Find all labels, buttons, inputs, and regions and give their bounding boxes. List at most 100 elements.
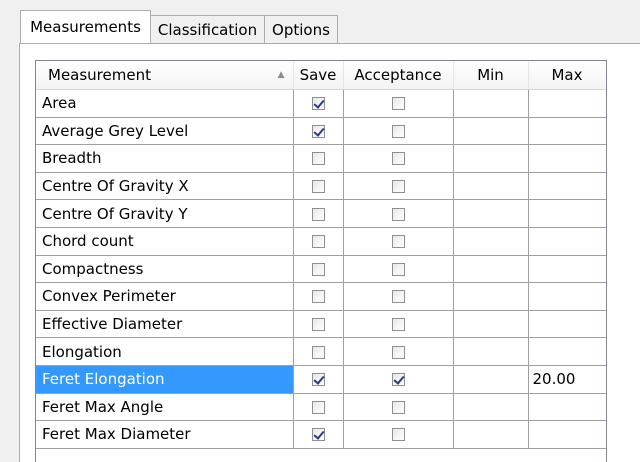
acceptance-checkbox[interactable] <box>391 124 405 138</box>
acceptance-checkbox[interactable] <box>391 373 405 387</box>
max-value-cell[interactable] <box>528 337 606 366</box>
measurement-name-cell[interactable]: Centre Of Gravity X <box>36 172 294 201</box>
max-value-cell[interactable] <box>528 172 606 201</box>
max-value-cell[interactable] <box>528 282 606 311</box>
min-value-cell[interactable] <box>453 310 529 339</box>
table-row[interactable]: Elongation <box>36 337 606 366</box>
min-value-cell[interactable] <box>453 117 529 146</box>
min-value-cell[interactable] <box>453 393 529 422</box>
save-cell <box>293 337 344 366</box>
acceptance-checkbox[interactable] <box>391 400 405 414</box>
measurement-name-cell[interactable]: Centre Of Gravity Y <box>36 199 294 228</box>
tab-measurements[interactable]: Measurements <box>20 10 151 43</box>
save-checkbox[interactable] <box>311 180 325 194</box>
max-value-cell[interactable] <box>528 199 606 228</box>
min-value-cell[interactable] <box>453 255 529 284</box>
measurement-name-cell[interactable]: Average Grey Level <box>36 117 294 146</box>
acceptance-cell <box>343 199 454 228</box>
measurement-name-cell[interactable]: Area <box>36 89 294 118</box>
min-value-cell[interactable] <box>453 420 529 449</box>
save-checkbox[interactable] <box>311 428 325 442</box>
acceptance-checkbox[interactable] <box>391 428 405 442</box>
measurements-grid: Measurement ▲ Save Acceptance Min Max Ar… <box>35 60 607 462</box>
tab-options[interactable]: Options <box>264 15 338 43</box>
max-value-cell[interactable] <box>528 310 606 339</box>
table-row[interactable]: Feret Elongation 20.00 <box>36 365 606 394</box>
column-header-acceptance[interactable]: Acceptance <box>343 61 454 90</box>
acceptance-checkbox[interactable] <box>391 318 405 332</box>
table-row[interactable]: Centre Of Gravity Y <box>36 199 606 228</box>
table-row[interactable]: Area <box>36 89 606 118</box>
measurement-name-cell[interactable]: Breadth <box>36 144 294 173</box>
measurement-name-cell[interactable]: Feret Max Diameter <box>36 420 294 449</box>
min-value-cell[interactable] <box>453 365 529 394</box>
save-checkbox[interactable] <box>311 235 325 249</box>
measurement-name-cell[interactable]: Compactness <box>36 255 294 284</box>
save-cell <box>293 227 344 256</box>
measurement-name-cell[interactable]: Chord count <box>36 227 294 256</box>
max-value-cell[interactable] <box>528 227 606 256</box>
save-checkbox[interactable] <box>311 373 325 387</box>
min-value-cell[interactable] <box>453 227 529 256</box>
max-value-cell[interactable] <box>528 393 606 422</box>
save-cell <box>293 420 344 449</box>
save-checkbox[interactable] <box>311 318 325 332</box>
grid-body: Area Average Grey Level Breadth Centre Of G… <box>36 89 606 449</box>
save-cell <box>293 172 344 201</box>
table-row[interactable]: Feret Max Diameter <box>36 420 606 449</box>
save-checkbox[interactable] <box>311 400 325 414</box>
measurements-table: Measurement ▲ Save Acceptance Min Max Ar… <box>36 61 606 449</box>
save-checkbox[interactable] <box>311 97 325 111</box>
max-value-cell[interactable] <box>528 89 606 118</box>
save-checkbox[interactable] <box>311 290 325 304</box>
acceptance-checkbox[interactable] <box>391 180 405 194</box>
min-value-cell[interactable] <box>453 144 529 173</box>
min-value-cell[interactable] <box>453 172 529 201</box>
save-checkbox[interactable] <box>311 152 325 166</box>
acceptance-checkbox[interactable] <box>391 207 405 221</box>
measurement-name-cell[interactable]: Feret Elongation <box>36 365 294 394</box>
column-header-min[interactable]: Min <box>453 61 529 90</box>
save-checkbox[interactable] <box>311 262 325 276</box>
min-value-cell[interactable] <box>453 199 529 228</box>
acceptance-checkbox[interactable] <box>391 97 405 111</box>
acceptance-cell <box>343 227 454 256</box>
table-row[interactable]: Centre Of Gravity X <box>36 172 606 201</box>
table-row[interactable]: Effective Diameter <box>36 310 606 339</box>
column-header-max[interactable]: Max <box>528 61 606 90</box>
acceptance-checkbox[interactable] <box>391 345 405 359</box>
max-value-cell[interactable] <box>528 144 606 173</box>
table-row[interactable]: Convex Perimeter <box>36 282 606 311</box>
min-value-cell[interactable] <box>453 337 529 366</box>
min-value-cell[interactable] <box>453 282 529 311</box>
table-row[interactable]: Chord count <box>36 227 606 256</box>
max-value-cell[interactable] <box>528 117 606 146</box>
acceptance-cell <box>343 117 454 146</box>
measurement-name-cell[interactable]: Feret Max Angle <box>36 393 294 422</box>
measurement-name-cell[interactable]: Convex Perimeter <box>36 282 294 311</box>
acceptance-checkbox[interactable] <box>391 262 405 276</box>
max-value-cell[interactable] <box>528 420 606 449</box>
column-header-label: Measurement <box>48 66 151 84</box>
table-row[interactable]: Average Grey Level <box>36 117 606 146</box>
min-value-cell[interactable] <box>453 89 529 118</box>
max-value-cell[interactable]: 20.00 <box>528 365 606 394</box>
acceptance-checkbox[interactable] <box>391 152 405 166</box>
save-checkbox[interactable] <box>311 207 325 221</box>
acceptance-checkbox[interactable] <box>391 235 405 249</box>
save-checkbox[interactable] <box>311 345 325 359</box>
save-cell <box>293 89 344 118</box>
max-value-cell[interactable] <box>528 255 606 284</box>
table-row[interactable]: Breadth <box>36 144 606 173</box>
column-header-measurement[interactable]: Measurement ▲ <box>36 61 294 90</box>
measurement-name-cell[interactable]: Effective Diameter <box>36 310 294 339</box>
acceptance-checkbox[interactable] <box>391 290 405 304</box>
save-checkbox[interactable] <box>311 124 325 138</box>
tab-classification[interactable]: Classification <box>150 15 265 43</box>
save-cell <box>293 310 344 339</box>
acceptance-cell <box>343 89 454 118</box>
table-row[interactable]: Compactness <box>36 255 606 284</box>
table-row[interactable]: Feret Max Angle <box>36 393 606 422</box>
measurement-name-cell[interactable]: Elongation <box>36 337 294 366</box>
column-header-save[interactable]: Save <box>293 61 344 90</box>
